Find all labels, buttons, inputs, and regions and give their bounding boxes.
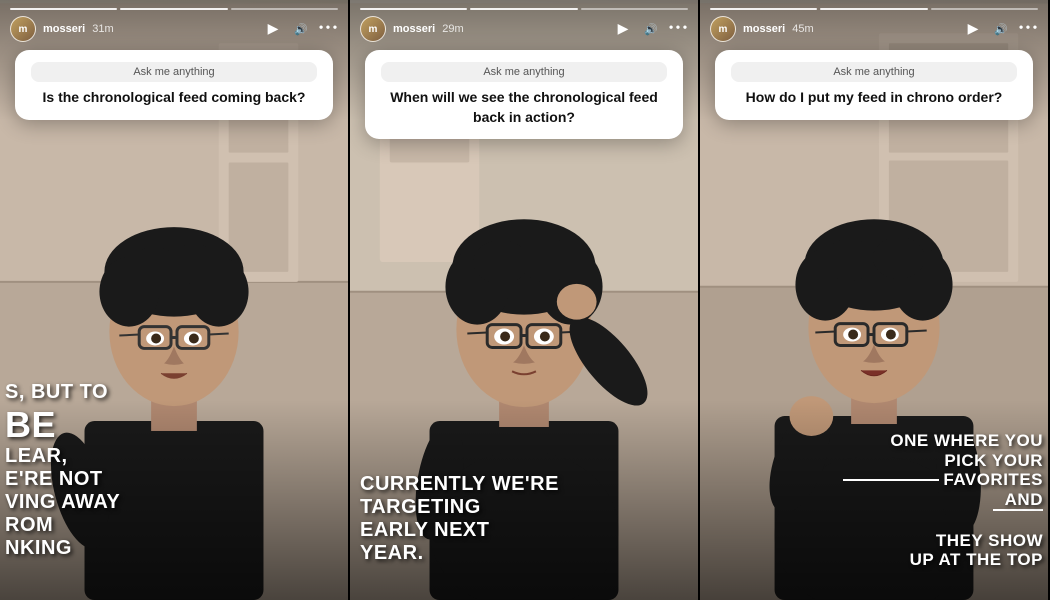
more-icon-1[interactable]: ••• — [320, 20, 338, 38]
caption-text-2: CURRENTLY WE'RE TARGETING EARLY NEXT YEA… — [360, 473, 686, 565]
segments-2 — [350, 0, 698, 10]
question-text-3: How do I put my feed in chrono order? — [731, 88, 1017, 108]
volume-icon-2[interactable]: 🔊 — [642, 20, 660, 38]
segments-3 — [700, 0, 1048, 10]
more-icon-2[interactable]: ••• — [670, 20, 688, 38]
story-panel-3: m mosseri 45m ▶ 🔊 ••• Ask me anything Ho… — [700, 0, 1050, 600]
question-text-2: When will we see the chronological feed … — [381, 88, 667, 127]
avatar-1[interactable]: m — [10, 16, 36, 42]
more-icon-3[interactable]: ••• — [1020, 20, 1038, 38]
seg-2-3 — [581, 8, 688, 10]
caption-1: S, BUT TO BE LEAR, E'RE NOT VING AWAY RO… — [5, 381, 336, 560]
seg-3-1 — [710, 8, 817, 10]
play-icon-2[interactable]: ▶ — [614, 20, 632, 38]
user-info-1: m mosseri 31m ▶ 🔊 ••• — [10, 16, 338, 42]
username-3: mosseri — [743, 23, 785, 35]
question-card-3: Ask me anything How do I put my feed in … — [715, 50, 1033, 120]
segment-1 — [10, 8, 117, 10]
username-1: mosseri — [43, 23, 85, 35]
segment-3 — [231, 8, 338, 10]
caption-text-3: ONE WHERE YOU PICK YOUR FAVORITES AND TH… — [843, 431, 1043, 570]
play-icon-1[interactable]: ▶ — [264, 20, 282, 38]
segments-1 — [10, 8, 338, 10]
top-icons-1: ▶ 🔊 ••• — [264, 20, 338, 38]
caption-3: ONE WHERE YOU PICK YOUR FAVORITES AND TH… — [843, 431, 1043, 570]
seg-2-2 — [470, 8, 577, 10]
question-card-2: Ask me anything When will we see the chr… — [365, 50, 683, 139]
question-card-1: Ask me anything Is the chronological fee… — [15, 50, 333, 120]
username-2: mosseri — [393, 23, 435, 35]
time-3: 45m — [792, 23, 813, 35]
seg-2-1 — [360, 8, 467, 10]
story-panel-2: m mosseri 29m ▶ 🔊 ••• Ask me anything Wh… — [350, 0, 700, 600]
seg-3-2 — [820, 8, 927, 10]
top-bar-3: m mosseri 45m ▶ 🔊 ••• — [700, 0, 1048, 48]
caption-text-1: S, BUT TO BE LEAR, E'RE NOT VING AWAY RO… — [5, 381, 336, 560]
volume-icon-1[interactable]: 🔊 — [292, 20, 310, 38]
ask-label-3: Ask me anything — [731, 62, 1017, 82]
story-panel-1: m mosseri 31m ▶ 🔊 ••• Ask me anything Is… — [0, 0, 350, 600]
volume-icon-3[interactable]: 🔊 — [992, 20, 1010, 38]
top-bar-2: m mosseri 29m ▶ 🔊 ••• — [350, 0, 698, 48]
avatar-3[interactable]: m — [710, 16, 736, 42]
question-text-1: Is the chronological feed coming back? — [31, 88, 317, 108]
play-icon-3[interactable]: ▶ — [964, 20, 982, 38]
user-info-3: m mosseri 45m ▶ 🔊 ••• — [700, 10, 1048, 48]
time-1: 31m — [92, 23, 113, 35]
top-icons-3: ▶ 🔊 ••• — [964, 20, 1038, 38]
time-2: 29m — [442, 23, 463, 35]
seg-3-3 — [931, 8, 1038, 10]
user-info-2: m mosseri 29m ▶ 🔊 ••• — [350, 10, 698, 48]
ask-label-1: Ask me anything — [31, 62, 317, 82]
caption-2: CURRENTLY WE'RE TARGETING EARLY NEXT YEA… — [360, 473, 686, 565]
avatar-2[interactable]: m — [360, 16, 386, 42]
segment-2 — [120, 8, 227, 10]
ask-label-2: Ask me anything — [381, 62, 667, 82]
top-icons-2: ▶ 🔊 ••• — [614, 20, 688, 38]
